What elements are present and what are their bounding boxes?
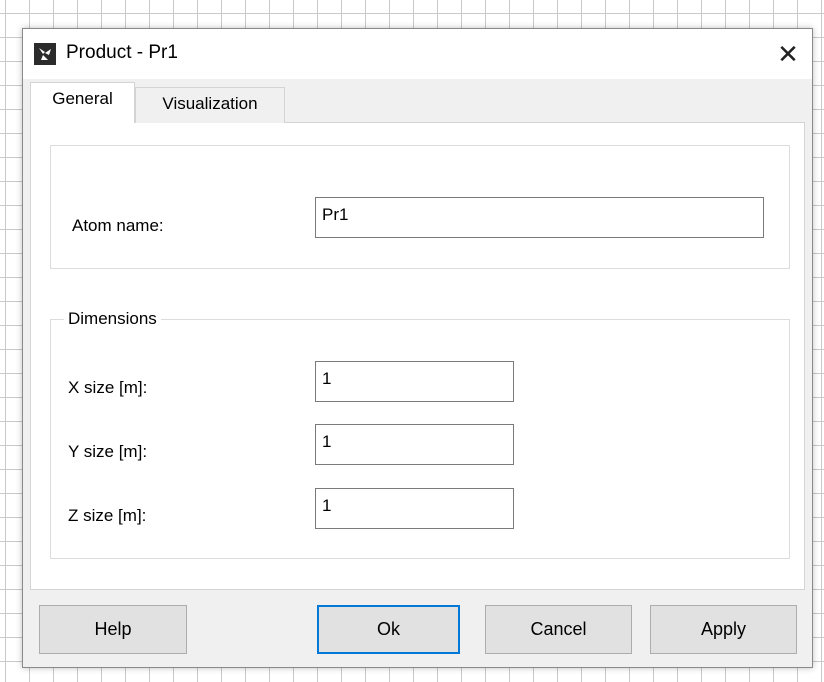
z-size-input[interactable]: 1	[315, 488, 514, 529]
general-tab-panel: Atom name: Pr1 Dimensions X size [m]: 1 …	[30, 122, 805, 590]
ok-button[interactable]: Ok	[317, 605, 460, 654]
atom-name-label: Atom name:	[72, 216, 164, 235]
help-button[interactable]: Help	[39, 605, 187, 654]
close-icon[interactable]: ✕	[764, 29, 812, 79]
dimensions-group: Dimensions X size [m]: 1 Y size [m]: 1 Z…	[50, 309, 790, 559]
tab-general[interactable]: General	[30, 82, 135, 123]
atom-name-input[interactable]: Pr1	[315, 197, 764, 238]
cancel-button[interactable]: Cancel	[485, 605, 632, 654]
window-title: Product - Pr1	[66, 42, 178, 63]
title-bar[interactable]: Product - Pr1 ✕	[23, 29, 812, 79]
dimensions-legend: Dimensions	[64, 309, 161, 329]
tab-visualization[interactable]: Visualization	[135, 87, 285, 123]
x-size-input[interactable]: 1	[315, 361, 514, 402]
z-size-label: Z size [m]:	[68, 506, 147, 525]
atom-name-group: Atom name: Pr1	[50, 145, 790, 269]
apply-button[interactable]: Apply	[650, 605, 797, 654]
y-size-input[interactable]: 1	[315, 424, 514, 465]
x-size-label: X size [m]:	[68, 378, 148, 397]
y-size-label: Y size [m]:	[68, 442, 148, 461]
product-dialog: Product - Pr1 ✕ General Visualization At…	[22, 28, 813, 668]
app-icon	[34, 43, 56, 65]
